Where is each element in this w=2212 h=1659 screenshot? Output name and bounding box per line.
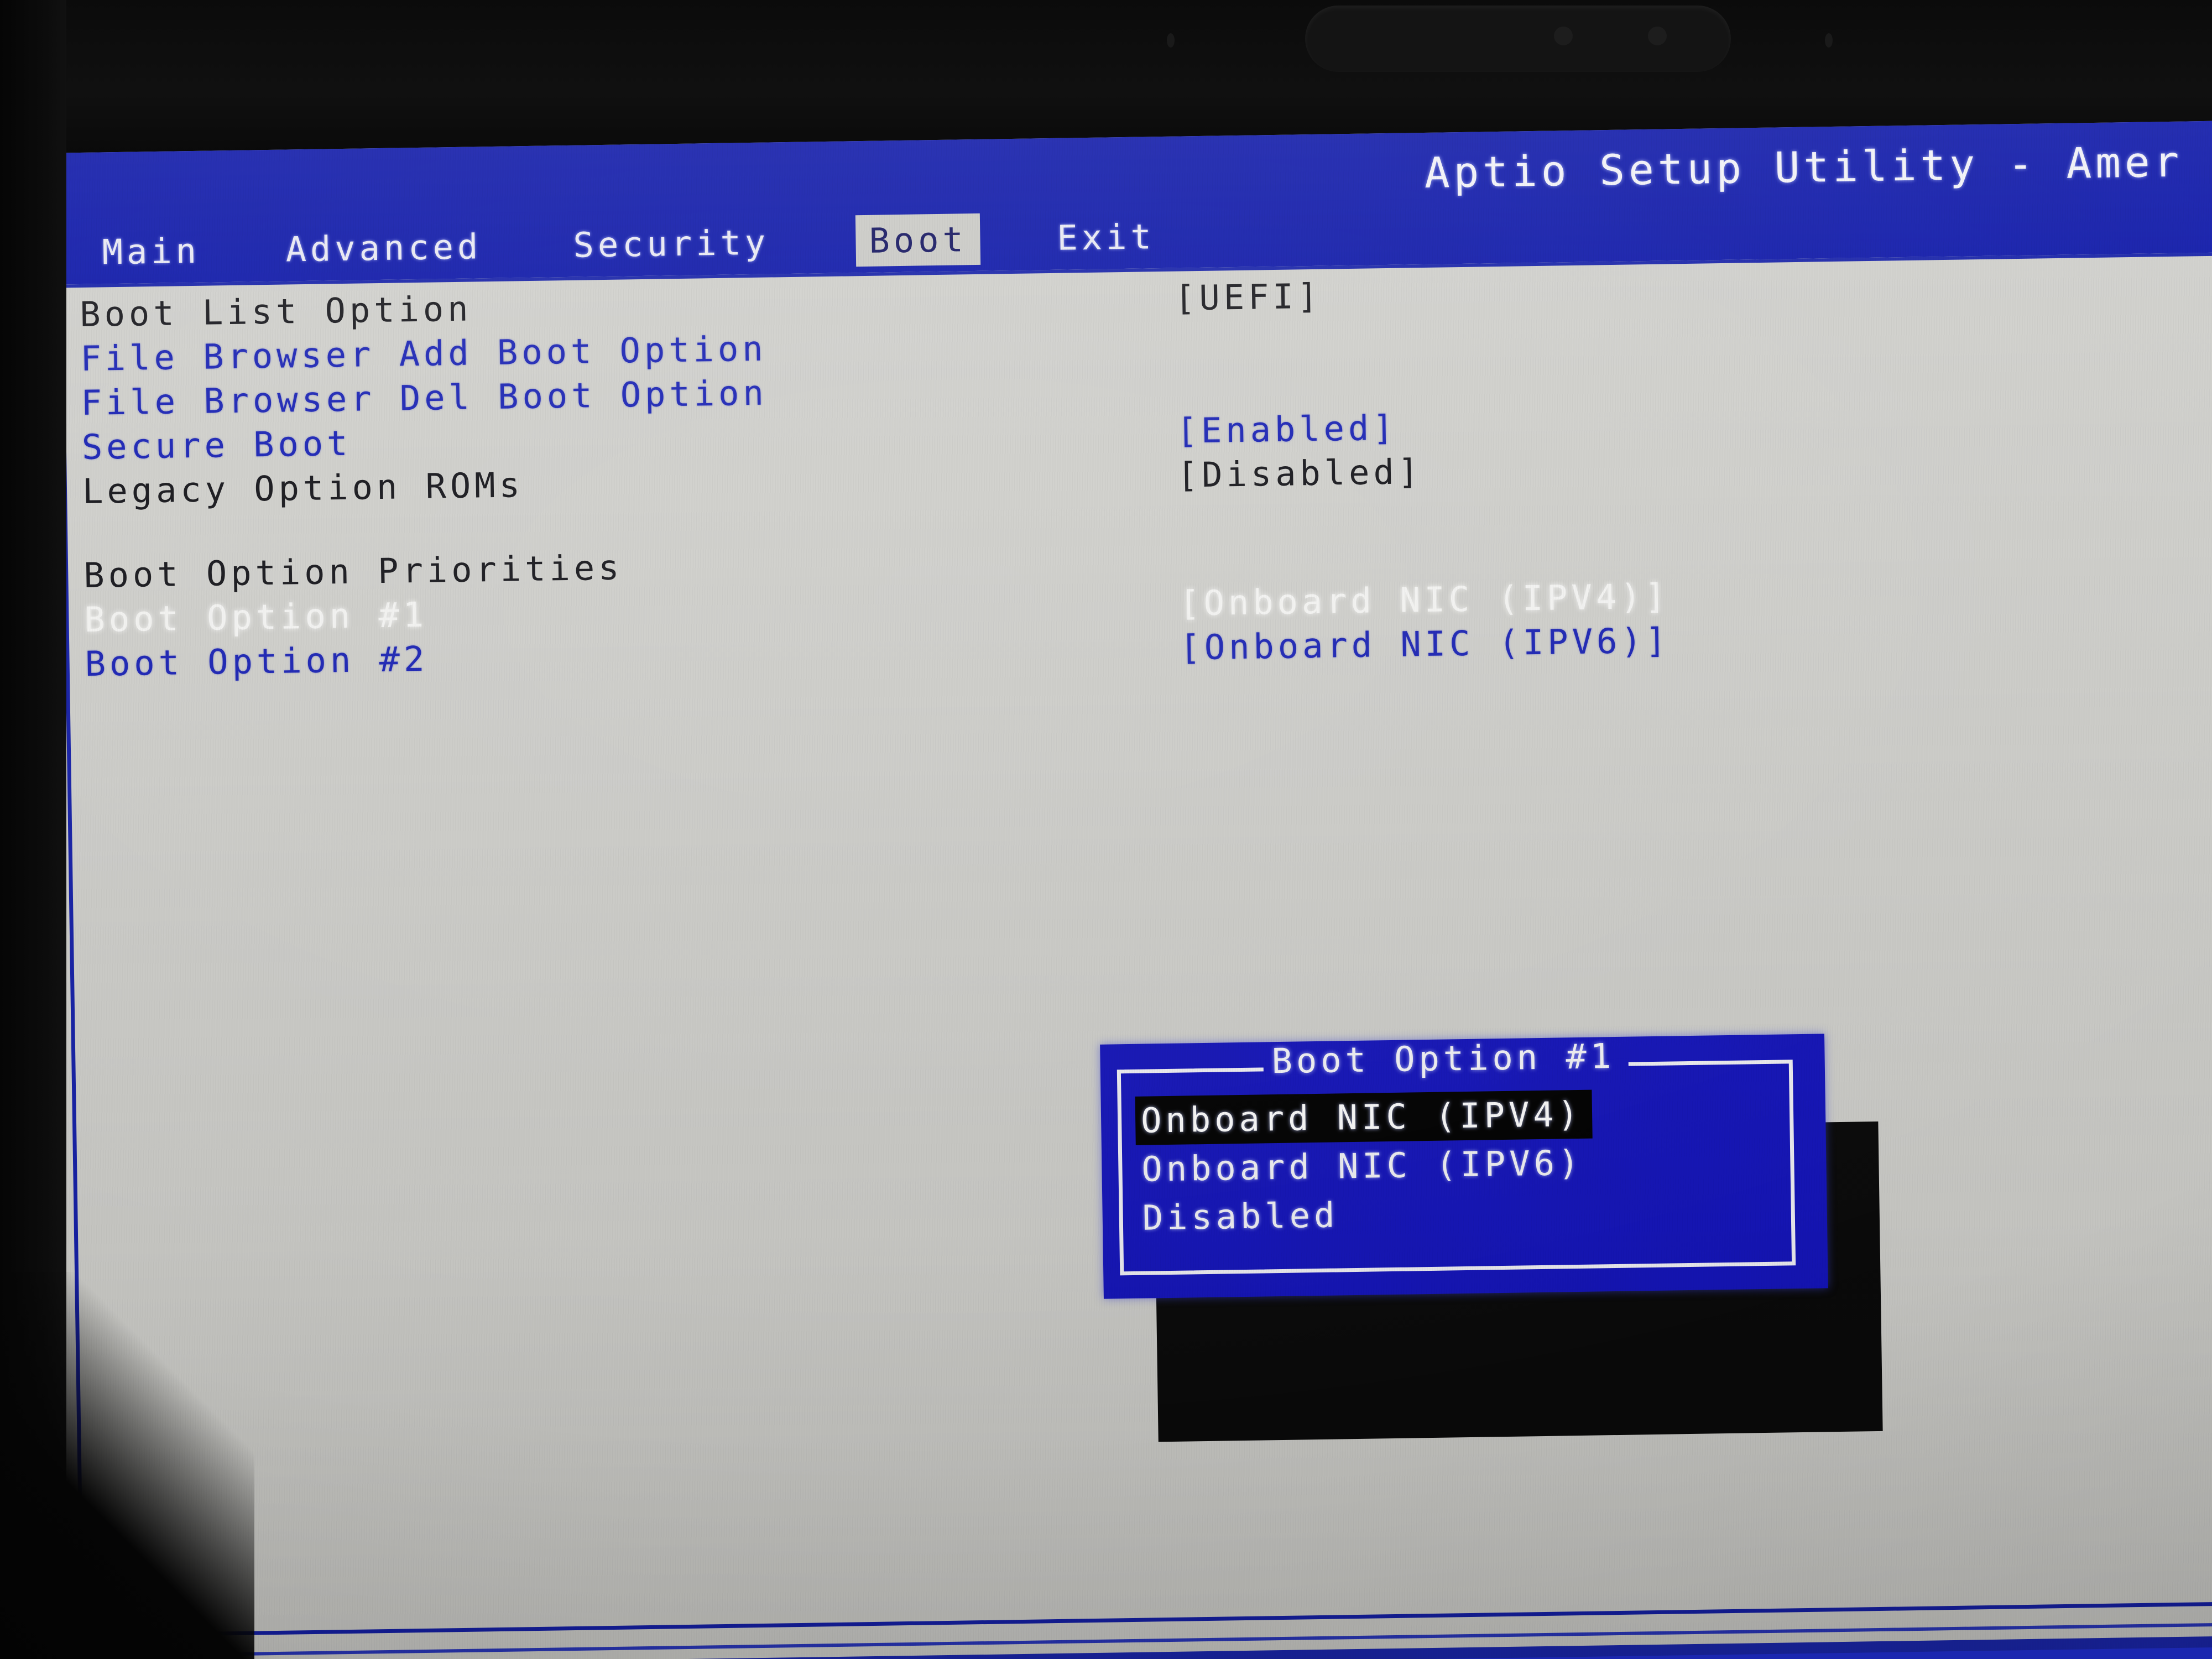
bezel-indicator-icon [1825,33,1833,48]
tab-advanced[interactable]: Advanced [272,221,495,275]
row-label: Legacy Option ROMs [82,465,524,512]
tab-main[interactable]: Main [88,225,214,278]
section-title: Boot Option Priorities [83,547,623,596]
row-label: Boot Option #2 [85,638,429,684]
row-value[interactable]: [Onboard NIC (IPV6)] [1180,620,1671,667]
dialog-title: Boot Option #1 [1271,1036,1615,1082]
boot-option-1-dialog: Boot Option #1 Onboard NIC (IPV4) Onboar… [1100,1034,1828,1299]
dialog-option-onboard-nic-ipv6[interactable]: Onboard NIC (IPV6) [1136,1136,1778,1194]
row-value[interactable]: [Onboard NIC (IPV4)] [1179,576,1670,623]
tab-security[interactable]: Security [560,216,783,271]
dialog-option-onboard-nic-ipv4[interactable]: Onboard NIC (IPV4) [1135,1089,1593,1145]
page-title: Aptio Setup Utility - Amer [1424,137,2183,197]
webcam-module [1305,6,1731,72]
bezel-microphone-icon [1167,33,1175,48]
dialog-option-row[interactable]: Onboard NIC (IPV4) [1135,1087,1777,1145]
webcam-sensor-icon [1648,27,1667,45]
row-value[interactable]: [Disabled] [1177,451,1422,495]
row-value[interactable]: [Enabled] [1176,408,1397,451]
dialog-option-disabled[interactable]: Disabled [1136,1185,1778,1243]
row-value[interactable]: [UEFI] [1175,276,1322,319]
settings-list: Boot List Option [UEFI] File Browser Add… [8,252,2212,1651]
tab-exit[interactable]: Exit [1044,211,1169,264]
laptop-screen-photo: Aptio Setup Utility - Amer Main Advanced… [0,0,2212,1659]
bios-screen: Aptio Setup Utility - Amer Main Advanced… [6,120,2212,1659]
photo-dark-corner [0,1272,254,1659]
dialog-option-list: Onboard NIC (IPV4) Onboard NIC (IPV6) Di… [1135,1087,1779,1243]
tab-boot[interactable]: Boot [855,213,981,267]
row-label: Boot Option #1 [84,594,428,640]
webcam-lens-icon [1554,27,1573,45]
row-label: Boot List Option [79,288,473,335]
row-label: Secure Boot [81,422,352,468]
